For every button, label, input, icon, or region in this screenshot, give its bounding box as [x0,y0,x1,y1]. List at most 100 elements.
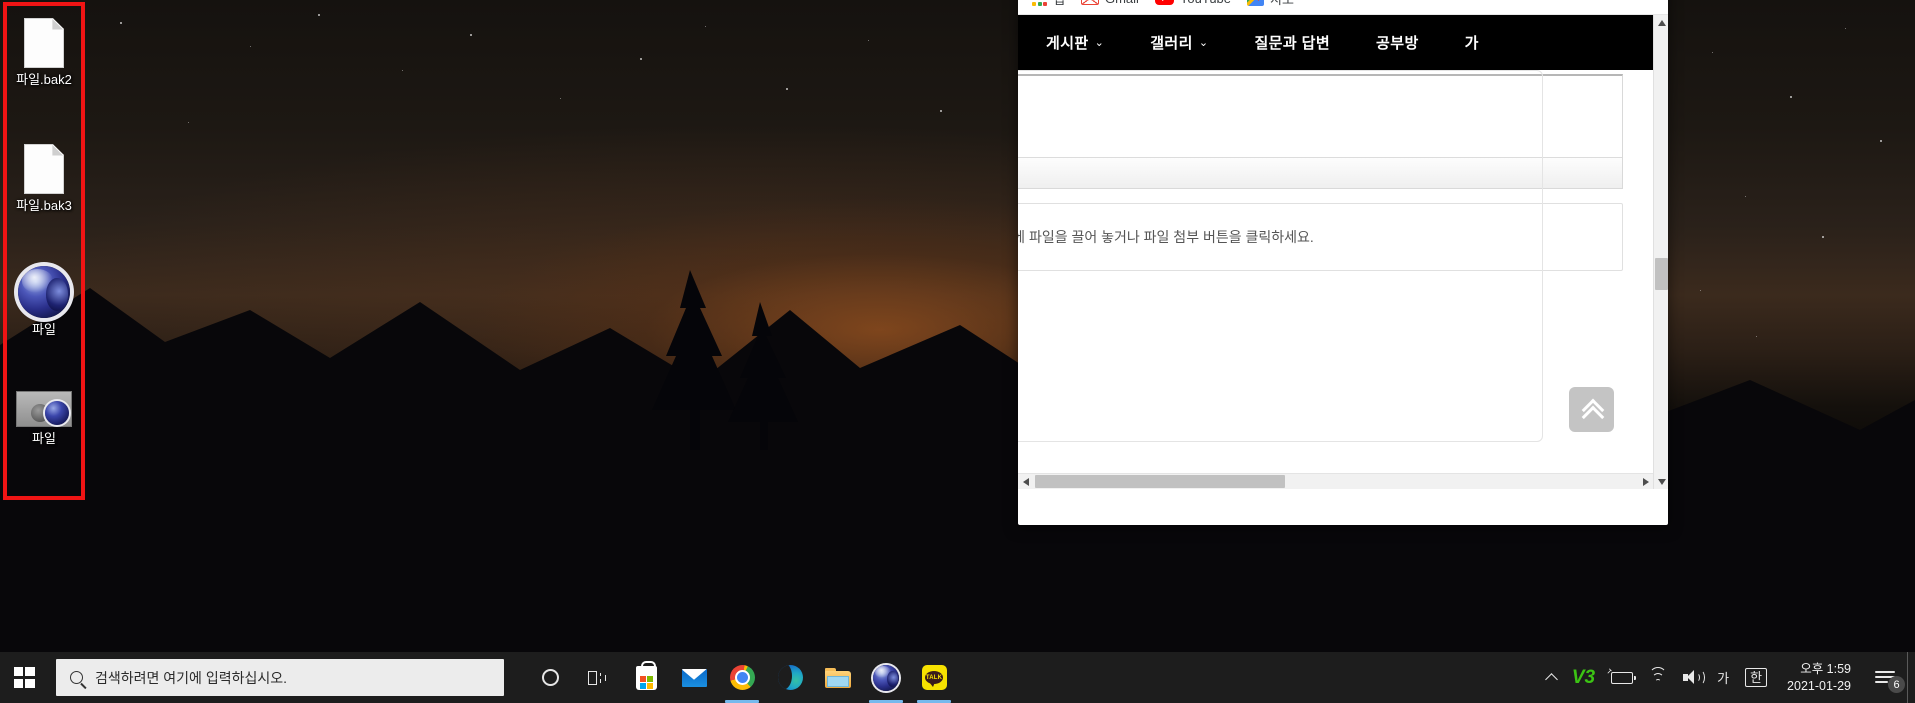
page-content: 파일 첨부 여기에 파일을 끌어 놓거나 파일 첨부 버튼을 클릭하세요. 알림 [1018,70,1653,472]
document-icon [24,18,64,68]
nav-item-label: 공부방 [1376,35,1419,52]
chrome-browser-window[interactable]: + 앱 Gmail YouTube 지도 게시판 ⌄ [1018,0,1668,525]
desktop-icon-file-c4d[interactable]: 파일 [7,266,81,337]
microsoft-store-icon [635,660,657,690]
nav-item-board[interactable]: 게시판 ⌄ [1046,32,1104,53]
desktop-icon-group-highlight: 파일.bak2 파일.bak3 파일 파일 [3,2,85,500]
tray-battery[interactable] [1603,652,1641,703]
bookmark-label: 지도 [1270,0,1294,8]
bookmark-label: Gmail [1105,0,1139,6]
scrollbar-down-arrow[interactable] [1654,474,1668,489]
gmail-icon [1080,0,1099,5]
attach-hint-text: 여기에 파일을 끌어 놓거나 파일 첨부 버튼을 클릭하세요. [1018,229,1314,245]
chevron-down-icon: ⌄ [1094,37,1105,49]
start-button[interactable] [0,652,48,703]
scrollbar-right-arrow[interactable] [1638,474,1653,489]
google-maps-icon [1247,0,1265,6]
clock-time: 오후 1:59 [1800,661,1851,676]
tray-volume[interactable] [1675,652,1709,703]
speaker-icon [1683,670,1706,685]
desktop-icon-label: 파일 [32,322,56,337]
nav-item-label: 질문과 답변 [1254,35,1331,52]
chevron-down-icon: ⌄ [1198,37,1209,49]
windows-logo-icon [13,667,35,688]
tray-ime-mode[interactable]: 가 [1709,652,1737,703]
file-attach-dropzone[interactable]: 파일 첨부 여기에 파일을 끌어 놓거나 파일 첨부 버튼을 클릭하세요. [1018,203,1623,271]
editor-toolbar[interactable] [1018,158,1622,188]
tray-wifi[interactable] [1641,652,1675,703]
nav-item-label: 갤러리 [1150,35,1193,52]
v3-antivirus-icon: V3 [1571,666,1596,688]
cinema4d-badge-icon [45,401,69,425]
nav-item-label: 게시판 [1046,35,1089,52]
folder-icon [825,667,851,688]
taskbar-button-mail[interactable] [670,652,718,703]
taskbar-button-edge[interactable] [766,652,814,703]
scrollbar-up-arrow[interactable] [1654,15,1668,30]
taskbar-button-microsoft-store[interactable] [622,652,670,703]
tray-v3-antivirus[interactable]: V3 [1564,652,1603,703]
chrome-icon [729,665,755,690]
notification-count-badge: 6 [1888,676,1905,693]
taskbar-button-file-explorer[interactable] [814,652,862,703]
ime-language-badge: 한 [1745,668,1768,687]
bookmarks-bar[interactable]: 앱 Gmail YouTube 지도 [1018,0,1668,15]
system-tray[interactable]: V3 가 한 오후 1:59 2021-01-29 6 [1539,652,1915,703]
double-chevron-up-icon [1583,401,1601,419]
notify-checkbox-row[interactable]: 알림 [1018,289,1623,309]
scroll-to-top-button[interactable] [1569,387,1614,432]
taskbar-button-kakaotalk[interactable]: TALK [910,652,958,703]
vertical-scrollbar-thumb[interactable] [1655,258,1668,290]
nav-item-gallery[interactable]: 갤러리 ⌄ [1150,32,1208,53]
site-navigation-bar[interactable]: 게시판 ⌄ 갤러리 ⌄ 질문과 답변 공부방 가 [1018,15,1668,70]
desktop-icon-file-bak3[interactable]: 파일.bak3 [7,144,81,213]
show-desktop-button[interactable] [1907,652,1915,703]
windows-taskbar[interactable]: 검색하려면 여기에 입력하십시오. TALK V3 가 한 오후 1:59 20… [0,652,1915,703]
kakaotalk-label: TALK [925,674,943,681]
taskbar-clock[interactable]: 오후 1:59 2021-01-29 [1775,652,1863,703]
cinema4d-thumbnail-icon [16,391,72,427]
taskbar-button-chrome[interactable] [718,652,766,703]
nav-item-qna[interactable]: 질문과 답변 [1254,32,1330,53]
battery-charging-icon [1607,667,1637,684]
tray-ime-language[interactable]: 한 [1737,652,1775,703]
bookmark-gmail[interactable]: Gmail [1080,0,1139,6]
kakaotalk-icon: TALK [921,665,947,690]
wifi-icon [1649,666,1668,685]
nav-item-truncated[interactable]: 가 [1465,32,1479,53]
desktop-icon-file-bak2[interactable]: 파일.bak2 [7,18,81,87]
horizontal-scrollbar-thumb[interactable] [1035,475,1285,488]
taskbar-button-task-view[interactable] [574,652,622,703]
bookmark-youtube[interactable]: YouTube [1154,0,1231,6]
chevron-up-icon [1544,673,1558,686]
taskbar-button-cortana[interactable] [526,652,574,703]
taskbar-search-input[interactable]: 검색하려면 여기에 입력하십시오. [56,659,504,696]
search-placeholder: 검색하려면 여기에 입력하십시오. [95,669,287,686]
cinema4d-icon [873,664,899,691]
cortana-ring-icon [541,669,559,686]
youtube-icon [1154,0,1174,5]
search-icon [70,671,83,684]
task-view-icon [587,670,609,686]
bookmark-maps[interactable]: 지도 [1247,0,1294,8]
apps-grid-icon [1032,0,1047,6]
action-center-button[interactable]: 6 [1863,652,1907,703]
taskbar-button-cinema4d[interactable] [862,652,910,703]
edge-icon [777,665,803,690]
desktop-icon-label: 파일.bak2 [16,72,72,87]
tray-overflow-button[interactable] [1539,652,1564,703]
bookmark-apps[interactable]: 앱 [1032,0,1065,8]
editor-content-area[interactable] [1018,76,1622,158]
rich-text-editor[interactable] [1018,74,1623,189]
desktop-icon-label: 파일 [32,431,56,446]
bookmark-label: YouTube [1180,0,1231,6]
document-icon [24,144,64,194]
scrollbar-left-arrow[interactable] [1018,474,1033,489]
desktop-icon-file-c4d-thumb[interactable]: 파일 [7,391,81,446]
horizontal-scrollbar[interactable] [1018,473,1653,489]
bookmark-label: 앱 [1053,0,1065,8]
vertical-scrollbar[interactable] [1653,15,1668,489]
mail-icon [681,668,707,687]
nav-item-study[interactable]: 공부방 [1376,32,1419,53]
desktop-icon-label: 파일.bak3 [16,198,72,213]
